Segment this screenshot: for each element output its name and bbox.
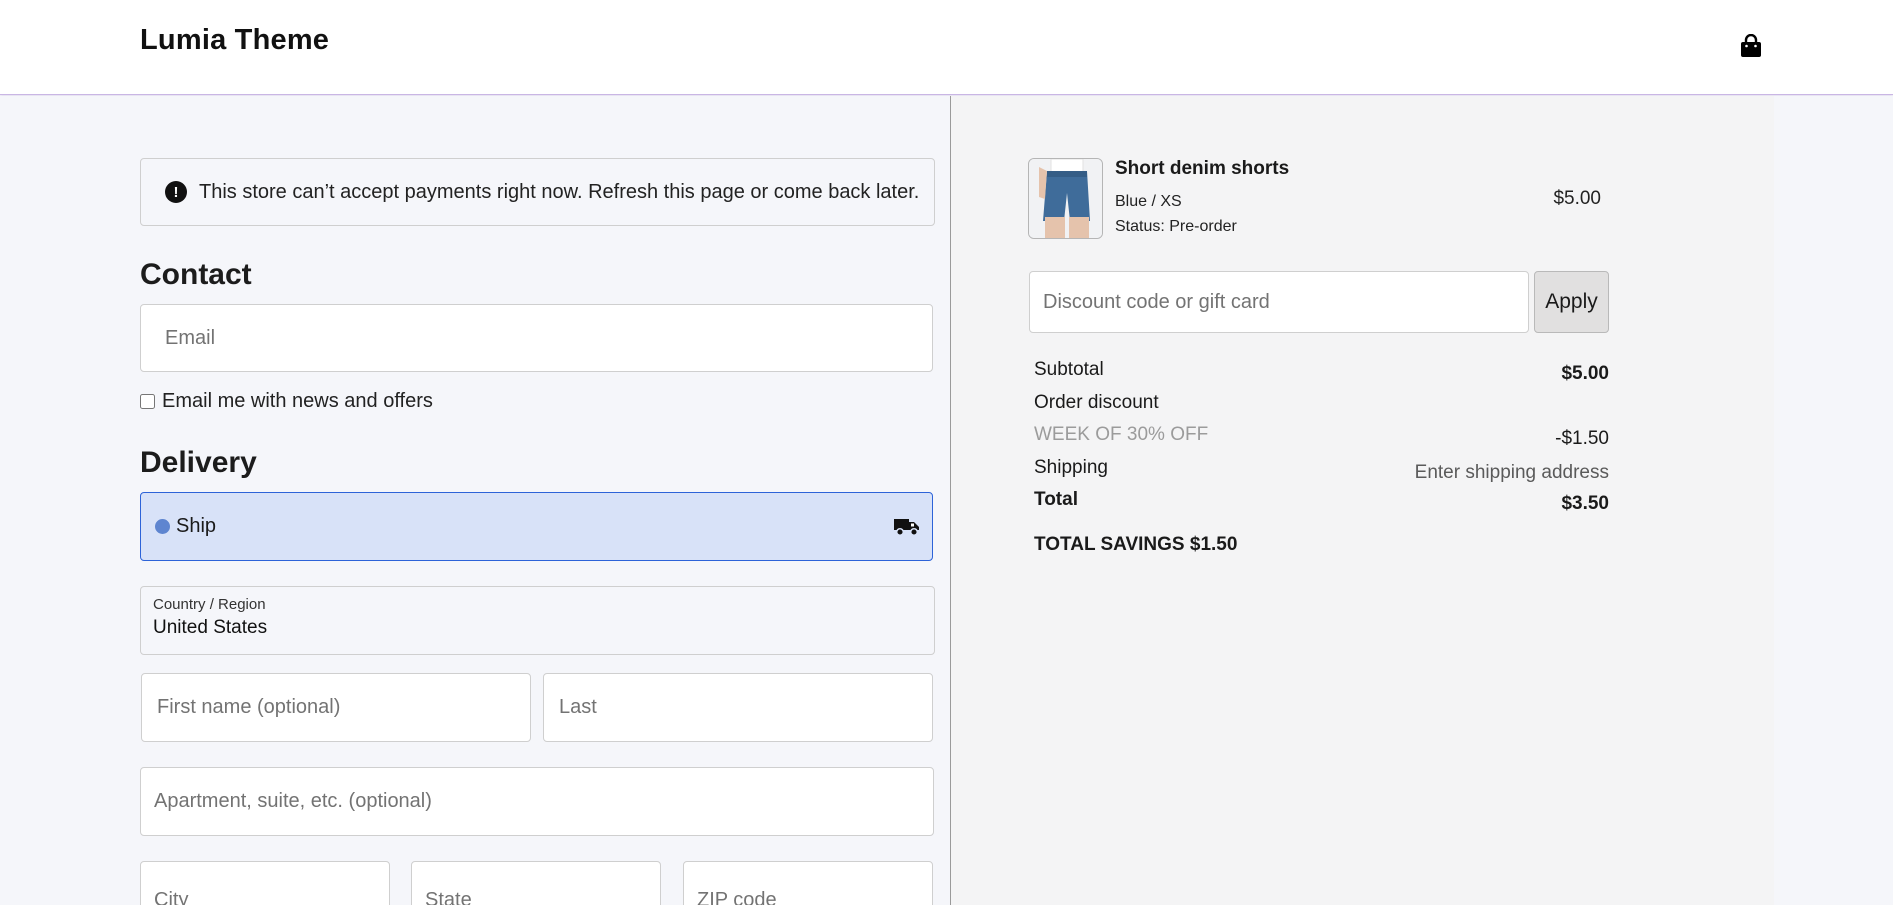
product-image bbox=[1029, 159, 1102, 238]
contact-heading: Contact bbox=[140, 258, 252, 291]
discount-value: -$1.50 bbox=[1555, 428, 1609, 449]
total-savings: TOTAL SAVINGS $1.50 bbox=[1034, 534, 1238, 555]
discount-code-field[interactable] bbox=[1029, 271, 1529, 333]
discount-code-tag: WEEK OF 30% OFF bbox=[1034, 424, 1209, 445]
store-logo[interactable]: Lumia Theme bbox=[140, 24, 329, 57]
product-price: $5.00 bbox=[1553, 188, 1601, 209]
ship-label: Ship bbox=[176, 515, 217, 537]
first-name-field[interactable] bbox=[141, 673, 531, 742]
country-value: United States bbox=[153, 617, 268, 638]
apply-discount-button[interactable]: Apply bbox=[1534, 271, 1609, 333]
site-header: Lumia Theme bbox=[0, 0, 1893, 95]
total-value: $3.50 bbox=[1561, 493, 1609, 514]
country-label: Country / Region bbox=[153, 596, 266, 613]
product-variant: Blue / XS bbox=[1115, 193, 1182, 210]
shipping-label: Shipping bbox=[1034, 457, 1108, 478]
country-select[interactable]: Country / Region United States bbox=[140, 586, 935, 655]
newsletter-option[interactable]: Email me with news and offers bbox=[140, 390, 433, 413]
truck-icon bbox=[894, 519, 919, 537]
alert-text: This store can’t accept payments right n… bbox=[199, 180, 920, 203]
subtotal-label: Subtotal bbox=[1034, 359, 1104, 380]
shopping-bag-icon[interactable] bbox=[1740, 34, 1762, 58]
newsletter-checkbox[interactable] bbox=[140, 394, 155, 409]
product-thumbnail bbox=[1028, 158, 1103, 239]
shipping-value: Enter shipping address bbox=[1414, 462, 1609, 483]
payment-unavailable-alert: ! This store can’t accept payments right… bbox=[140, 158, 935, 226]
subtotal-value: $5.00 bbox=[1561, 363, 1609, 384]
total-label: Total bbox=[1034, 489, 1078, 510]
product-name: Short denim shorts bbox=[1115, 158, 1290, 179]
email-field[interactable] bbox=[140, 304, 933, 372]
newsletter-label: Email me with news and offers bbox=[162, 390, 433, 412]
state-field[interactable] bbox=[411, 861, 661, 905]
apartment-field[interactable] bbox=[140, 767, 934, 836]
last-name-field[interactable] bbox=[543, 673, 933, 742]
exclamation-circle-icon: ! bbox=[165, 181, 187, 203]
delivery-heading: Delivery bbox=[140, 446, 257, 479]
zip-field[interactable] bbox=[683, 861, 933, 905]
city-field[interactable] bbox=[140, 861, 390, 905]
product-status: Status: Pre-order bbox=[1115, 218, 1237, 235]
ship-radio[interactable] bbox=[155, 519, 170, 534]
ship-option[interactable]: Ship bbox=[140, 492, 933, 561]
order-discount-label: Order discount bbox=[1034, 392, 1159, 413]
